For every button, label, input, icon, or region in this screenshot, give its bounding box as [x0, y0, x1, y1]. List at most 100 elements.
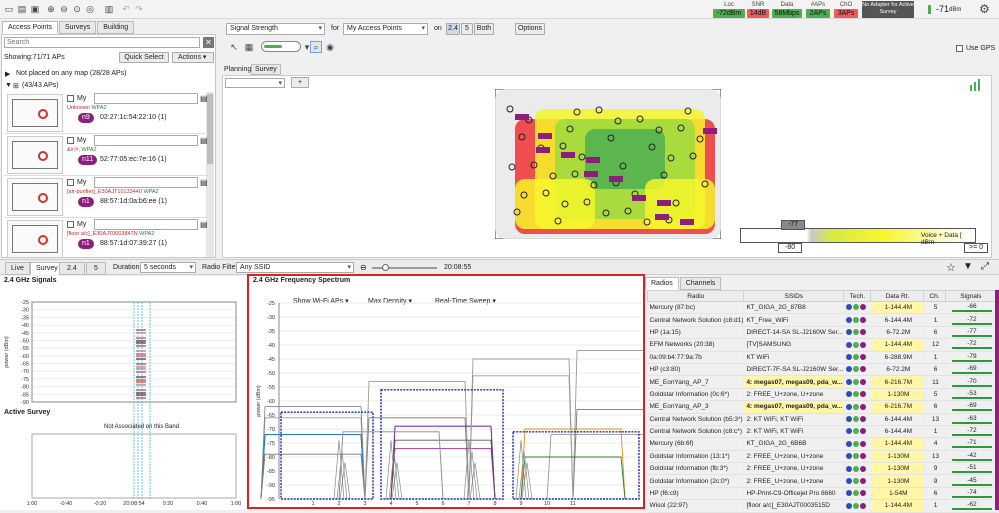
- legend-top-value[interactable]: -77: [781, 220, 806, 230]
- table-row[interactable]: Central Network Solution (c8:c*) 2: KT Wi…: [647, 425, 998, 439]
- time-slider[interactable]: [372, 264, 437, 271]
- tab-access-points[interactable]: Access Points: [2, 21, 58, 34]
- table-row[interactable]: ME_EonYang_AP_3 4: megas07, megas09, pda_…: [647, 400, 998, 414]
- settings-gear-icon[interactable]: ⚙: [979, 3, 990, 15]
- time-slider-thumb[interactable]: [382, 264, 389, 271]
- open-folder-icon[interactable]: ▤: [17, 4, 27, 14]
- table-row[interactable]: Central Network Solution (b5:3*) 2: KT Wi…: [647, 413, 998, 426]
- expand-icon[interactable]: ⤢: [981, 261, 989, 272]
- use-gps-checkbox[interactable]: [956, 45, 963, 52]
- table-row[interactable]: Mercury (87:bc) KT_GIGA_2G_87B8 1-144.4M 5 -…: [647, 301, 998, 315]
- tab-surveys[interactable]: Surveys: [58, 21, 97, 34]
- tab-band-5[interactable]: 5: [86, 262, 106, 275]
- radio-filter-select[interactable]: Any SSID: [236, 262, 354, 273]
- ap-name-field[interactable]: [94, 177, 198, 188]
- tab-live[interactable]: Live: [5, 262, 30, 275]
- zoom-fit-icon[interactable]: ⊙: [72, 4, 82, 14]
- tab-planning[interactable]: Planning: [222, 65, 253, 74]
- report-icon[interactable]: ▥: [104, 4, 114, 14]
- save-icon[interactable]: ▣: [30, 4, 40, 14]
- dropdown-icon[interactable]: ▼: [963, 261, 973, 272]
- signals-ytick: -30: [21, 308, 29, 314]
- star-icon[interactable]: ☆: [946, 261, 956, 274]
- redo-icon[interactable]: ↷: [134, 4, 144, 14]
- my-checkbox[interactable]: [67, 137, 74, 144]
- table-row[interactable]: EFM Networks (20:38) [TV]SAMSUNG 1-144.4M 1…: [647, 338, 998, 352]
- signals-title: 2.4 GHz Signals: [4, 277, 57, 284]
- ap-list-item[interactable]: My ▤ [floor a/c]_E30AJT0003847N WPA2 n1 88:5…: [4, 218, 208, 260]
- new-file-icon[interactable]: ▭: [4, 4, 14, 14]
- channel-cell: 9: [923, 462, 946, 476]
- floor-select[interactable]: [225, 78, 285, 89]
- expand-unplaced-icon[interactable]: ▶: [5, 70, 10, 78]
- duration-select[interactable]: 5 seconds: [140, 262, 196, 273]
- legend-bottom-value[interactable]: -80: [778, 243, 803, 253]
- add-floor-button[interactable]: +: [291, 77, 309, 88]
- table-row[interactable]: Goldstar Information (0c:6*) 2: FREE_U+zo…: [647, 388, 998, 402]
- zoom-search-icon[interactable]: ⊖: [360, 263, 367, 272]
- collapse-placed-icon[interactable]: ▼: [5, 82, 12, 89]
- b-tech-icon: [846, 415, 853, 422]
- clear-search-icon[interactable]: ✕: [203, 37, 214, 48]
- ap-name-field[interactable]: [94, 219, 198, 230]
- pointer-tool-icon[interactable]: ↖: [229, 42, 239, 52]
- ap-notes-icon[interactable]: ▤: [200, 220, 208, 229]
- actions-button[interactable]: Actions ▾: [172, 52, 214, 63]
- table-row[interactable]: Goldstar Information (13:1*) 2: FREE_U+zo…: [647, 450, 998, 464]
- options-button[interactable]: Options: [515, 23, 545, 35]
- column-header[interactable]: Ch.: [923, 290, 946, 302]
- table-row[interactable]: Mercury (6b:6f) KT_GIGA_2G_6B6B 1-144.4M 4 -…: [647, 437, 998, 451]
- zoom-tool-icon[interactable]: ⌕: [310, 41, 322, 53]
- search-input[interactable]: [4, 37, 200, 48]
- band-both-button[interactable]: Both: [474, 23, 494, 35]
- my-checkbox[interactable]: [67, 95, 74, 102]
- tab-band-24[interactable]: 2.4: [59, 262, 85, 275]
- globe-icon[interactable]: ◉: [325, 42, 335, 52]
- band-24-button[interactable]: 2.4: [446, 23, 460, 35]
- column-header[interactable]: Radio: [646, 290, 745, 302]
- table-row[interactable]: Wisol (22:97) [floor a/c]_E30AJT0003515D 1…: [647, 499, 998, 513]
- table-row[interactable]: ME_EonYang_AP_7 4: megas07, megas09, pda_…: [647, 375, 998, 389]
- undo-icon[interactable]: ↶: [121, 4, 131, 14]
- table-row[interactable]: HP (f6:c9) HP-Print-C9-Officejet Pro 8660…: [647, 487, 998, 501]
- column-header[interactable]: Signals: [944, 290, 998, 302]
- table-row[interactable]: HP (1a:15) DIRECT-14-SA SL-J2160W Ser... 6…: [647, 326, 998, 340]
- column-header[interactable]: Data Rt.: [870, 290, 925, 302]
- ap-list-item[interactable]: My ▤ Unknown WPA2 n9 02:27:1c:54:22:10 (1): [4, 92, 208, 134]
- table-row[interactable]: Central Network Solution (c8:d1) KT_Free_…: [647, 313, 998, 327]
- column-header[interactable]: Tech.: [843, 290, 872, 302]
- visualization-select[interactable]: Signal Strength: [226, 23, 325, 35]
- ap-list-item[interactable]: My ▤ [air-purifier]_E30AJT10133440 WPA2 n1 8…: [4, 176, 208, 218]
- table-scrollbar[interactable]: [995, 290, 999, 510]
- tab-survey[interactable]: Survey: [251, 64, 281, 75]
- zoom-in-icon[interactable]: ⊕: [46, 4, 56, 14]
- ap-drag-tool[interactable]: [261, 41, 301, 52]
- ap-notes-icon[interactable]: ▤: [200, 178, 208, 187]
- column-header[interactable]: SSIDs: [743, 290, 845, 302]
- tab-radios[interactable]: Radios: [645, 277, 679, 290]
- group-placed[interactable]: (43/43 APs): [22, 82, 59, 89]
- group-unplaced[interactable]: Not placed on any map (28/28 APs): [16, 70, 127, 77]
- tab-building[interactable]: Building: [97, 21, 135, 34]
- wall-tool-icon[interactable]: ▦: [244, 42, 254, 52]
- table-row[interactable]: Goldstar Information (fb:3*) 2: FREE_U+zo…: [647, 462, 998, 476]
- chart-icon[interactable]: [969, 79, 981, 91]
- ap-notes-icon[interactable]: ▤: [200, 94, 208, 103]
- my-checkbox[interactable]: [67, 221, 74, 228]
- ap-scope-select[interactable]: My Access Points: [343, 23, 428, 35]
- quick-select-button[interactable]: Quick Select: [119, 52, 169, 63]
- rate-cell: 1-130M: [870, 474, 925, 488]
- my-checkbox[interactable]: [67, 179, 74, 186]
- zoom-out-icon[interactable]: ⊖: [59, 4, 69, 14]
- band-5-button[interactable]: 5: [461, 23, 473, 35]
- ap-name-field[interactable]: [94, 135, 198, 146]
- table-row[interactable]: Goldstar Information (2c:0*) 2: FREE_U+zo…: [647, 474, 998, 488]
- ap-notes-icon[interactable]: ▤: [200, 136, 208, 145]
- stat-data: Data 58Mbps: [772, 1, 802, 18]
- table-row[interactable]: 0a:09:b4:77:9a:7b KT WiFi 6-288.9M 1 -79: [647, 351, 998, 364]
- table-row[interactable]: HP (c3:80) DIRECT-7F-SA SL-J2160W Ser... 6…: [647, 363, 998, 377]
- ap-list-item[interactable]: My ▤ &#;#; WPA2 n11 52:77:05:ec:7e:16 (1): [4, 134, 208, 176]
- tab-channels[interactable]: Channels: [679, 277, 722, 290]
- ap-name-field[interactable]: [94, 93, 198, 104]
- zoom-reset-icon[interactable]: ◎: [85, 4, 95, 14]
